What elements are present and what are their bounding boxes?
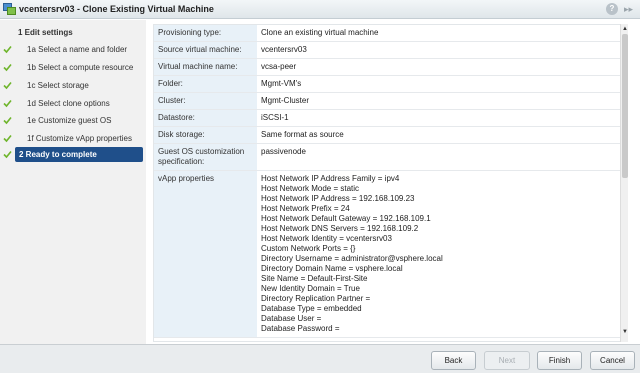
cancel-button[interactable]: Cancel <box>590 351 635 370</box>
summary-table-scroll[interactable]: Provisioning type: Clone an existing vir… <box>153 24 627 342</box>
vapp-property: Site Name = Default-First-Site <box>261 274 368 283</box>
row-key: Cluster: <box>154 92 257 110</box>
vapp-property: Database User = <box>261 314 322 323</box>
vapp-property: Host Network DNS Servers = 192.168.109.2 <box>261 224 419 233</box>
expand-icon[interactable]: ▸▸ <box>624 3 636 15</box>
row-key: Guest OS customization specification: <box>154 143 257 171</box>
step-select-clone-options[interactable]: 1d Select clone options <box>3 96 143 111</box>
step-label: 1a Select a name and folder <box>27 45 128 54</box>
step-select-storage[interactable]: 1c Select storage <box>3 78 143 93</box>
step-label: 1 Edit settings <box>18 28 73 37</box>
vapp-property: Host Network Mode = static <box>261 184 360 193</box>
scrollbar-thumb[interactable] <box>622 34 628 178</box>
vapp-property: Database Password = <box>261 324 340 333</box>
scroll-down-arrow-icon[interactable]: ▼ <box>621 329 629 336</box>
vertical-scrollbar[interactable]: ▲ ▼ <box>620 24 628 342</box>
row-key: Folder: <box>154 75 257 93</box>
vapp-property: Host Network Default Gateway = 192.168.1… <box>261 214 431 223</box>
vapp-property: Host Network Prefix = 24 <box>261 204 350 213</box>
step-customize-vapp-properties[interactable]: 1f Customize vApp properties <box>3 131 143 146</box>
step-label: 1e Customize guest OS <box>27 116 112 125</box>
step-label: 1c Select storage <box>27 81 89 90</box>
wizard-steps-sidebar: 1 Edit settings 1a Select a name and fol… <box>0 20 146 344</box>
checkmark-icon <box>3 99 12 108</box>
table-row: Cluster: Mgmt-Cluster <box>154 92 620 110</box>
row-value: Same format as source <box>257 126 620 144</box>
checkmark-icon <box>3 116 12 125</box>
wizard-footer: Back Next Finish Cancel <box>0 344 640 373</box>
table-row: Folder: Mgmt-VM's <box>154 75 620 93</box>
next-button[interactable]: Next <box>484 351 530 370</box>
vapp-properties-list: Host Network IP Address Family = ipv4 Ho… <box>257 170 620 338</box>
summary-table: Provisioning type: Clone an existing vir… <box>154 25 620 338</box>
checkmark-icon <box>3 45 12 54</box>
vapp-property: Directory Replication Partner = <box>261 294 371 303</box>
step-label: 2 Ready to complete <box>15 147 143 162</box>
table-row: Provisioning type: Clone an existing vir… <box>154 25 620 42</box>
step-edit-settings[interactable]: 1 Edit settings <box>18 25 138 40</box>
table-row: Datastore: iSCSI-1 <box>154 109 620 127</box>
vapp-property: Directory Username = administrator@vsphe… <box>261 254 443 263</box>
row-value: passivenode <box>257 143 620 171</box>
checkmark-icon <box>3 150 12 159</box>
row-key: Source virtual machine: <box>154 41 257 59</box>
checkmark-icon <box>3 63 12 72</box>
step-select-compute-resource[interactable]: 1b Select a compute resource <box>3 60 143 75</box>
row-value: iSCSI-1 <box>257 109 620 127</box>
step-select-name-folder[interactable]: 1a Select a name and folder <box>3 42 143 57</box>
step-customize-guest-os[interactable]: 1e Customize guest OS <box>3 113 143 128</box>
row-key: Virtual machine name: <box>154 58 257 76</box>
row-value: Clone an existing virtual machine <box>257 25 620 42</box>
step-label: 1b Select a compute resource <box>27 63 134 72</box>
vapp-property: Directory Domain Name = vsphere.local <box>261 264 403 273</box>
row-key: vApp properties <box>154 170 257 338</box>
title-bar: vcentersrv03 - Clone Existing Virtual Ma… <box>0 0 640 19</box>
vapp-property: Database Type = embedded <box>261 304 362 313</box>
table-row: Virtual machine name: vcsa-peer <box>154 58 620 76</box>
back-button[interactable]: Back <box>431 351 476 370</box>
summary-panel: Provisioning type: Clone an existing vir… <box>146 20 640 344</box>
row-key: Datastore: <box>154 109 257 127</box>
step-label: 1d Select clone options <box>27 99 110 108</box>
table-row: Source virtual machine: vcentersrv03 <box>154 41 620 59</box>
vapp-property: Host Network Identity = vcentersrv03 <box>261 234 392 243</box>
step-label: 1f Customize vApp properties <box>27 134 132 143</box>
virtual-machine-icon <box>3 3 16 15</box>
vapp-property: Custom Network Ports = {} <box>261 244 356 253</box>
scroll-up-arrow-icon[interactable]: ▲ <box>621 26 629 33</box>
row-value: vcsa-peer <box>257 58 620 76</box>
finish-button[interactable]: Finish <box>537 351 582 370</box>
row-value: Mgmt-Cluster <box>257 92 620 110</box>
table-row: Guest OS customization specification: pa… <box>154 143 620 171</box>
row-key: Disk storage: <box>154 126 257 144</box>
vapp-property: Host Network IP Address Family = ipv4 <box>261 174 400 183</box>
vapp-property: New Identity Domain = True <box>261 284 360 293</box>
row-value: vcentersrv03 <box>257 41 620 59</box>
help-icon[interactable]: ? <box>606 3 618 15</box>
checkmark-icon <box>3 134 12 143</box>
vapp-property: Host Network IP Address = 192.168.109.23 <box>261 194 415 203</box>
row-value: Mgmt-VM's <box>257 75 620 93</box>
step-ready-to-complete[interactable]: 2 Ready to complete <box>3 147 143 162</box>
checkmark-icon <box>3 81 12 90</box>
table-row: Disk storage: Same format as source <box>154 126 620 144</box>
window-title: vcentersrv03 - Clone Existing Virtual Ma… <box>19 4 214 14</box>
row-key: Provisioning type: <box>154 25 257 42</box>
table-row-vapp-properties: vApp properties Host Network IP Address … <box>154 170 620 338</box>
